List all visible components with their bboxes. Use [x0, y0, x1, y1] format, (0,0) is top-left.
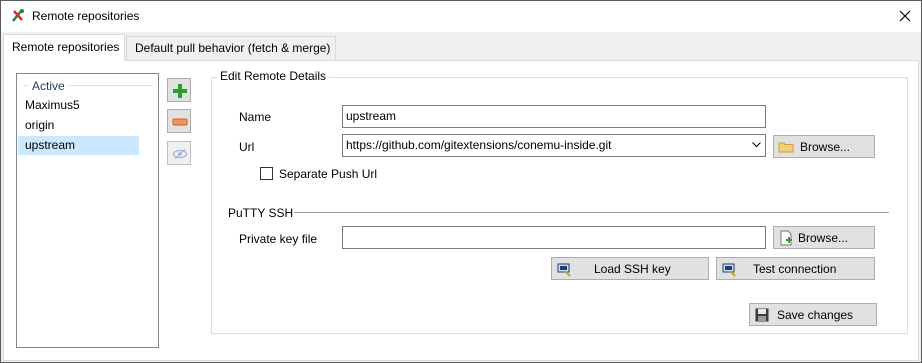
url-combobox[interactable]: https://github.com/gitextensions/conemu-…: [342, 134, 766, 157]
key-browse-label: Browse...: [798, 231, 849, 245]
name-value: upstream: [346, 109, 397, 123]
separate-push-url-checkbox[interactable]: [260, 167, 273, 180]
private-key-input[interactable]: [342, 226, 766, 249]
remove-icon: [172, 118, 188, 126]
save-changes-button[interactable]: Save changes: [749, 303, 877, 326]
separate-push-url-label: Separate Push Url: [279, 167, 378, 181]
url-browse-label: Browse...: [800, 140, 851, 154]
add-icon: [173, 84, 187, 98]
tab-label: Default pull behavior (fetch & merge): [135, 41, 331, 55]
load-ssh-key-button[interactable]: Load SSH key: [551, 257, 709, 280]
putty-ssh-legend: PuTTY SSH: [228, 206, 294, 220]
putty-terminal-icon: [722, 263, 736, 277]
window-title: Remote repositories: [32, 9, 140, 23]
list-item-label: upstream: [25, 138, 76, 152]
test-connection-button[interactable]: Test connection: [716, 257, 875, 280]
folder-icon: [778, 142, 794, 153]
key-browse-button[interactable]: Browse...: [773, 226, 875, 249]
remotes-list[interactable]: Active Maximus5 origin upstream: [16, 73, 159, 348]
putty-ssh-divider: [294, 212, 889, 213]
close-button[interactable]: [889, 1, 921, 32]
load-ssh-key-label: Load SSH key: [594, 262, 671, 276]
tab-remote-repositories[interactable]: Remote repositories: [3, 34, 125, 61]
tab-default-pull-behavior[interactable]: Default pull behavior (fetch & merge): [126, 36, 336, 60]
url-browse-button[interactable]: Browse...: [773, 135, 875, 158]
chevron-down-icon[interactable]: [752, 142, 761, 148]
name-input[interactable]: upstream: [342, 105, 766, 128]
list-item[interactable]: upstream: [18, 136, 139, 155]
list-item-label: origin: [25, 118, 55, 132]
git-extensions-icon: [12, 9, 24, 22]
toggle-remote-button[interactable]: [167, 141, 191, 165]
save-icon: [755, 308, 769, 322]
test-connection-label: Test connection: [753, 262, 837, 276]
title-bar[interactable]: Remote repositories: [1, 1, 921, 32]
list-item-label: Maximus5: [25, 98, 80, 112]
save-changes-label: Save changes: [777, 308, 854, 322]
name-label: Name: [239, 110, 272, 124]
tab-label: Remote repositories: [12, 40, 120, 54]
url-value: https://github.com/gitextensions/conemu-…: [346, 138, 612, 152]
url-label: Url: [239, 140, 255, 154]
edit-remote-details-legend: Edit Remote Details: [217, 69, 330, 83]
remote-repositories-window: Remote repositories Remote repositories …: [0, 0, 922, 363]
putty-key-icon: [557, 263, 571, 277]
new-file-icon: [780, 230, 792, 246]
add-remote-button[interactable]: [167, 78, 191, 102]
remove-remote-button[interactable]: [167, 109, 191, 133]
close-icon: [899, 10, 911, 22]
list-group-header: Active: [29, 79, 68, 93]
list-item[interactable]: origin: [18, 116, 139, 135]
private-key-label: Private key file: [239, 232, 318, 246]
eye-hidden-icon: [172, 148, 188, 160]
list-item[interactable]: Maximus5: [18, 96, 139, 115]
